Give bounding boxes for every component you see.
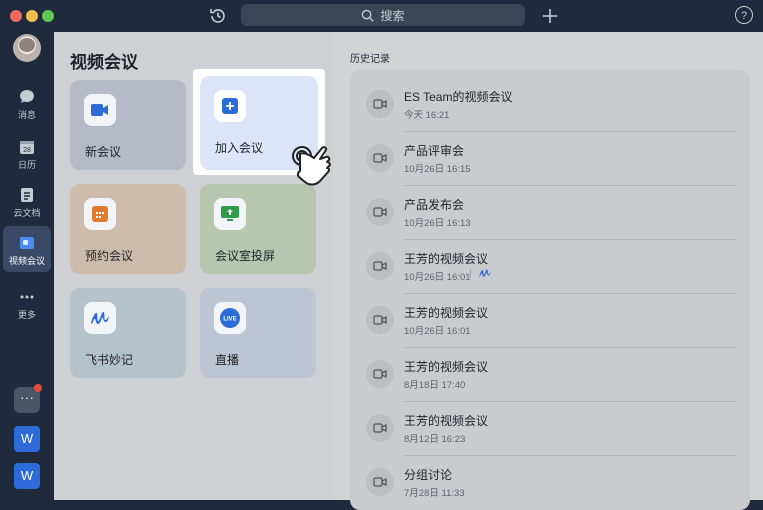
history-clock-icon[interactable] bbox=[208, 6, 228, 26]
sidebar-item-calendar[interactable]: 28 日历 bbox=[3, 130, 51, 176]
history-item[interactable]: 产品评审会 10月26日 16:15 bbox=[350, 132, 750, 186]
history-item-time: 7月28日 11:33 bbox=[404, 488, 465, 499]
history-item-time: 8月18日 17:40 bbox=[404, 380, 466, 391]
help-icon[interactable]: ? bbox=[735, 6, 753, 24]
room-screen-share-card[interactable]: 会议室投屏 bbox=[200, 184, 316, 274]
sidebar-item-label: 云文档 bbox=[13, 208, 41, 218]
history-item[interactable]: ES Team的视频会议 今天 16:21 bbox=[350, 78, 750, 132]
history-item[interactable]: 王芳的视频会议 8月12日 16:23 bbox=[350, 402, 750, 456]
plus-square-icon bbox=[214, 90, 246, 122]
sidebar-item-video-meeting[interactable]: 视频会议 bbox=[3, 226, 51, 272]
calendar-icon: 28 bbox=[20, 141, 34, 154]
video-camera-icon bbox=[366, 90, 394, 118]
sidebar-item-label: 日历 bbox=[17, 160, 36, 170]
history-item-time: 10月26日 16:13 bbox=[404, 218, 471, 229]
history-item-name: ES Team的视频会议 bbox=[404, 90, 513, 104]
calendar-day-badge: 28 bbox=[23, 147, 31, 154]
search-bar[interactable]: 搜索 bbox=[241, 4, 525, 26]
live-icon: LIVE bbox=[214, 302, 246, 334]
sidebar-item-label: 更多 bbox=[17, 310, 36, 320]
notification-dot bbox=[34, 384, 42, 392]
sidebar-item-label: 消息 bbox=[17, 110, 36, 120]
card-label: 飞书妙记 bbox=[85, 353, 134, 367]
history-item-name: 分组讨论 bbox=[404, 468, 453, 482]
schedule-meeting-card[interactable]: 预约会议 bbox=[70, 184, 186, 274]
history-item-name: 产品评审会 bbox=[404, 144, 465, 158]
history-item-name: 王芳的视频会议 bbox=[404, 360, 489, 374]
divider bbox=[470, 269, 471, 278]
screen-share-icon bbox=[214, 198, 246, 230]
sidebar: 消息 28 日历 云文档 视频会议 更多 ··· W W bbox=[0, 32, 54, 500]
card-label: 加入会议 bbox=[215, 141, 264, 155]
chat-bubble-icon bbox=[20, 90, 34, 103]
calendar-grid-icon bbox=[84, 198, 116, 230]
minutes-logo-icon[interactable] bbox=[478, 268, 492, 278]
avatar[interactable] bbox=[13, 34, 41, 62]
history-item-name: 王芳的视频会议 bbox=[404, 306, 489, 320]
video-camera-icon bbox=[366, 252, 394, 280]
history-item[interactable]: 王芳的视频会议 8月18日 17:40 bbox=[350, 348, 750, 402]
new-meeting-card[interactable]: 新会议 bbox=[70, 80, 186, 170]
sidebar-item-messages[interactable]: 消息 bbox=[3, 80, 51, 126]
page-title: 视频会议 bbox=[70, 53, 138, 72]
video-camera-icon bbox=[366, 360, 394, 388]
minimize-window-button[interactable] bbox=[26, 10, 38, 22]
history-list: ES Team的视频会议 今天 16:21 产品评审会 10月26日 16:15… bbox=[350, 70, 750, 510]
card-label: 会议室投屏 bbox=[215, 249, 276, 263]
title-bar: 搜索 ? bbox=[0, 0, 763, 32]
history-item-time: 10月26日 16:01 bbox=[404, 272, 471, 283]
history-item[interactable]: 王芳的视频会议 10月26日 16:01 bbox=[350, 240, 750, 294]
word-app-icon[interactable]: W bbox=[14, 426, 40, 452]
video-camera-icon bbox=[366, 144, 394, 172]
cloud-doc-icon bbox=[21, 188, 33, 202]
history-item[interactable]: 产品发布会 10月26日 16:13 bbox=[350, 186, 750, 240]
history-title: 历史记录 bbox=[350, 54, 390, 65]
history-item-name: 产品发布会 bbox=[404, 198, 465, 212]
card-label: 新会议 bbox=[85, 145, 122, 159]
history-panel: 历史记录 ES Team的视频会议 今天 16:21 产品评审会 10月26日 … bbox=[334, 32, 763, 510]
video-camera-icon bbox=[366, 468, 394, 496]
video-camera-icon bbox=[84, 94, 116, 126]
history-item[interactable]: 王芳的视频会议 10月26日 16:01 bbox=[350, 294, 750, 348]
history-item-name: 王芳的视频会议 bbox=[404, 414, 489, 428]
video-meeting-icon bbox=[20, 237, 34, 249]
card-label: 预约会议 bbox=[85, 249, 134, 263]
maximize-window-button[interactable] bbox=[42, 10, 54, 22]
word-app-icon[interactable]: W bbox=[14, 463, 40, 489]
more-dots-icon bbox=[20, 295, 34, 299]
sidebar-item-more[interactable]: 更多 bbox=[3, 280, 51, 326]
history-item-time: 今天 16:21 bbox=[404, 110, 450, 121]
minutes-card[interactable]: 飞书妙记 bbox=[70, 288, 186, 378]
sidebar-item-label: 视频会议 bbox=[8, 256, 45, 266]
add-icon[interactable] bbox=[540, 6, 560, 26]
minutes-logo-icon bbox=[84, 302, 116, 334]
search-placeholder: 搜索 bbox=[380, 8, 405, 23]
video-camera-icon bbox=[366, 306, 394, 334]
video-camera-icon bbox=[366, 198, 394, 226]
live-stream-card[interactable]: LIVE 直播 bbox=[200, 288, 316, 378]
video-camera-icon bbox=[366, 414, 394, 442]
live-icon-text: LIVE bbox=[223, 317, 236, 323]
history-item-time: 8月12日 16:23 bbox=[404, 434, 466, 445]
history-item[interactable]: 分组讨论 7月28日 11:33 bbox=[350, 456, 750, 510]
history-item-time: 10月26日 16:15 bbox=[404, 164, 471, 175]
search-icon bbox=[362, 9, 375, 22]
sidebar-item-cloud-docs[interactable]: 云文档 bbox=[3, 178, 51, 224]
history-item-name: 王芳的视频会议 bbox=[404, 252, 489, 266]
close-window-button[interactable] bbox=[10, 10, 22, 22]
history-item-time: 10月26日 16:01 bbox=[404, 326, 471, 337]
card-label: 直播 bbox=[215, 353, 240, 367]
